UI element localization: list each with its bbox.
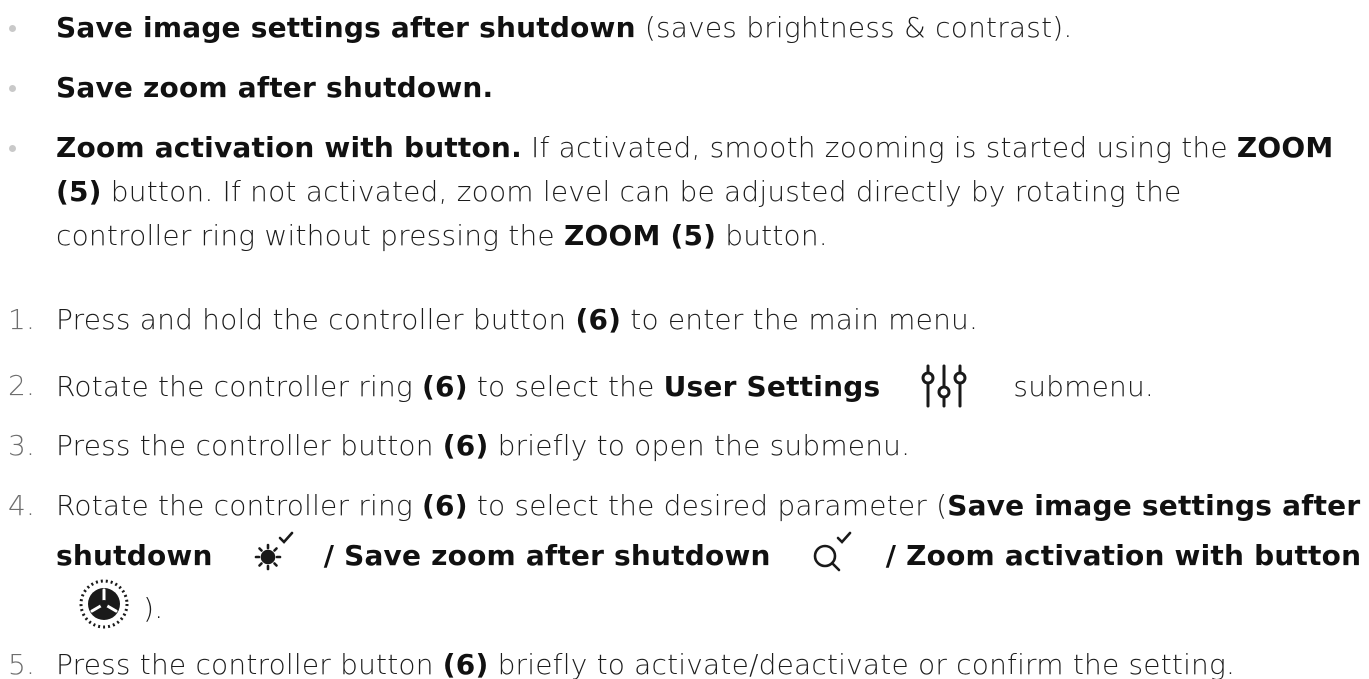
- bullet-title: Save image settings after shutdown: [56, 11, 636, 44]
- bullet-item-save-zoom: Save zoom after shutdown.: [56, 68, 1369, 108]
- sliders-icon: [919, 364, 969, 408]
- bullet-text: button. If not activated, zoom level can…: [101, 175, 1182, 208]
- brightness-check-icon: [250, 529, 298, 573]
- step-text: Press and hold the controller button: [56, 303, 576, 336]
- step-text: ).: [134, 592, 164, 625]
- step-text: Rotate the controller ring: [56, 370, 423, 403]
- step-number: 2.: [8, 369, 36, 402]
- step-ref: (6): [442, 429, 489, 462]
- bullet-item-save-image-settings: Save image settings after shutdown (save…: [56, 8, 1369, 48]
- step-ref: (6): [442, 648, 489, 679]
- step-4-line1: Rotate the controller ring (6) to select…: [56, 486, 1369, 526]
- step-2: Rotate the controller ring (6) to select…: [56, 364, 1369, 410]
- step-ref: (6): [422, 370, 468, 403]
- step-ref: (6): [422, 489, 468, 522]
- step-text: submenu.: [1013, 370, 1155, 403]
- step-text: to enter the main menu.: [621, 303, 979, 336]
- bullet-item-zoom-activation-line3: controller ring without pressing the ZOO…: [56, 216, 1369, 256]
- step-4-line2: shutdown / Save zoom after shutdown / Zo…: [56, 531, 1369, 579]
- step-text: briefly to activate/deactivate or confir…: [488, 648, 1236, 679]
- user-settings-label: User Settings: [663, 370, 881, 403]
- parameter-label: / Zoom activation with button: [885, 539, 1362, 572]
- zoom-label: ZOOM: [1236, 131, 1334, 164]
- parameter-label: Save image settings after: [947, 489, 1361, 522]
- bullet-item-zoom-activation-line1: Zoom activation with button. If activate…: [56, 128, 1369, 168]
- step-text: to select the desired parameter (: [467, 489, 948, 522]
- bullet-dot: [9, 85, 16, 92]
- bullet-title: Save zoom after shutdown.: [56, 71, 494, 104]
- zoom-number: (5): [56, 175, 102, 208]
- controller-ring-icon: [78, 578, 130, 630]
- parameter-label: shutdown: [56, 539, 213, 572]
- parameter-label: / Save zoom after shutdown: [323, 539, 771, 572]
- step-number: 4.: [8, 489, 36, 522]
- step-text: Press the controller button: [56, 648, 443, 679]
- bullet-dot: [9, 145, 16, 152]
- bullet-dot: [9, 25, 16, 32]
- step-5: Press the controller button (6) briefly …: [56, 645, 1369, 679]
- bullet-text: button.: [716, 219, 828, 252]
- bullet-item-zoom-activation-line2: (5) button. If not activated, zoom level…: [56, 172, 1369, 212]
- step-number: 3.: [8, 429, 36, 462]
- zoom-label: ZOOM (5): [563, 219, 717, 252]
- bullet-text: If activated, smooth zooming is started …: [521, 131, 1237, 164]
- step-text: Press the controller button: [56, 429, 443, 462]
- step-text: Rotate the controller ring: [56, 489, 423, 522]
- bullet-text: controller ring without pressing the: [56, 219, 564, 252]
- step-text: to select the: [467, 370, 664, 403]
- step-number: 5.: [8, 648, 36, 679]
- bullet-text: (saves brightness & contrast).: [635, 11, 1073, 44]
- bullet-title: Zoom activation with button.: [56, 131, 522, 164]
- step-text: briefly to open the submenu.: [488, 429, 911, 462]
- zoom-check-icon: [810, 529, 858, 573]
- step-3: Press the controller button (6) briefly …: [56, 426, 1369, 466]
- step-4-line3: ).: [56, 579, 1369, 636]
- step-1: Press and hold the controller button (6)…: [56, 300, 1369, 340]
- step-number: 1.: [8, 303, 36, 336]
- step-ref: (6): [575, 303, 622, 336]
